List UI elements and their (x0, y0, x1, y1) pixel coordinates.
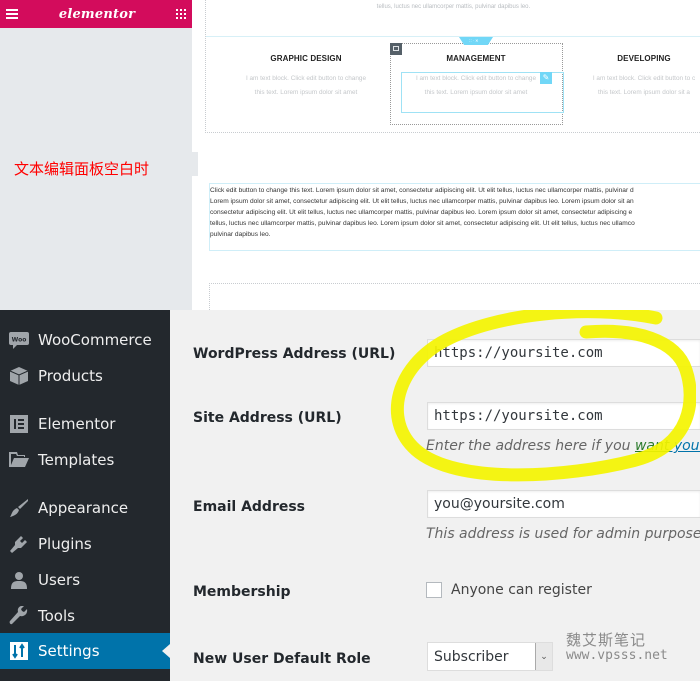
user-icon (9, 570, 29, 590)
elementor-icon (9, 414, 29, 434)
sidebar-item-label: Templates (38, 451, 115, 469)
column-text: I am text block. Click edit button to ch… (245, 75, 367, 96)
sidebar-item-settings[interactable]: Settings (0, 633, 170, 669)
column-title: MANAGEMENT (446, 54, 506, 63)
paragraph-line: consectetur adipiscing elit. Ut elit tel… (210, 209, 633, 216)
sidebar-item-label: Elementor (38, 415, 116, 433)
panel-annotation: 文本编辑面板空白时 (14, 160, 150, 178)
sidebar-item-label: Tools (38, 607, 75, 625)
wordpress-admin: Woo WooCommerce Products Elementor Templ… (0, 310, 700, 681)
general-settings-form: WordPress Address (URL) Site Address (UR… (170, 310, 700, 681)
section-handle[interactable]: ∷ · ✕ (459, 37, 493, 45)
email-input[interactable] (427, 490, 700, 518)
paintbrush-icon (9, 498, 29, 518)
services-section[interactable]: tellus, luctus nec ullamcorper mattis, p… (205, 0, 700, 133)
settings-icon (9, 641, 29, 661)
email-label: Email Address (193, 499, 306, 515)
email-description: This address is used for admin purposes.… (426, 526, 700, 542)
wp-address-label: WordPress Address (URL) (193, 346, 396, 362)
sidebar-item-label: Settings (38, 642, 100, 660)
want-link[interactable]: want (635, 438, 669, 454)
sidebar-item-plugins[interactable]: Plugins (0, 526, 170, 562)
sidebar-item-users[interactable]: Users (0, 562, 170, 598)
panel-collapse-handle[interactable] (192, 152, 198, 176)
sidebar-item-label: Products (38, 367, 103, 385)
column-icon (393, 46, 399, 51)
anyone-can-register-label[interactable]: Anyone can register (451, 582, 592, 598)
sidebar-item-label: WooCommerce (38, 331, 152, 349)
default-role-select[interactable]: Subscriber ⌄ (427, 642, 553, 671)
column-text: I am text block. Click edit button to ch… (415, 75, 537, 96)
active-indicator (162, 644, 170, 658)
column-title: DEVELOPING (617, 54, 671, 63)
paragraph-text: Click edit button to change this text. L… (210, 185, 700, 245)
elementor-panel: elementor 文本编辑面板空白时 (0, 0, 192, 310)
grid-icon[interactable] (175, 9, 186, 19)
elementor-panel-header: elementor (0, 0, 192, 28)
membership-label: Membership (193, 584, 291, 600)
site-address-description: Enter the address here if you want your … (426, 438, 700, 454)
folder-icon (9, 450, 29, 470)
sidebar-item-products[interactable]: Products (0, 358, 170, 394)
woocommerce-icon: Woo (9, 330, 29, 350)
empty-section[interactable] (209, 283, 700, 310)
svg-text:Woo: Woo (12, 337, 27, 344)
column-text: I am text block. Click edit button to ct… (592, 75, 696, 96)
elementor-canvas: tellus, luctus nec ullamcorper mattis, p… (200, 0, 700, 310)
row-divider (206, 36, 700, 37)
paragraph-line: pulvinar dapibus leo. (210, 231, 271, 238)
site-address-label: Site Address (URL) (193, 410, 342, 426)
elementor-logo: elementor (58, 6, 136, 22)
your-site-link[interactable]: your site (669, 438, 700, 454)
default-role-label: New User Default Role (193, 651, 371, 667)
sidebar-item-label: Plugins (38, 535, 92, 553)
panel-collapse-strip (192, 0, 200, 310)
hamburger-icon[interactable] (6, 9, 18, 19)
elementor-editor: elementor 文本编辑面板空白时 tellus, luctus nec u… (0, 0, 700, 310)
sidebar-item-templates[interactable]: Templates (0, 442, 170, 478)
wrench-icon (9, 606, 29, 626)
chevron-down-icon[interactable]: ⌄ (535, 643, 552, 670)
edit-pencil-icon[interactable]: ✎ (540, 72, 552, 84)
default-role-value: Subscriber (434, 649, 509, 665)
section-text: tellus, luctus nec ullamcorper mattis, p… (376, 4, 531, 10)
sidebar-item-elementor[interactable]: Elementor (0, 406, 170, 442)
paragraph-line: tellus, luctus nec ullamcorper mattis, p… (210, 220, 635, 227)
site-address-input[interactable] (427, 402, 700, 430)
plug-icon (9, 534, 29, 554)
column-management[interactable]: MANAGEMENT I am text block. Click edit b… (396, 54, 556, 100)
sidebar-item-label: Appearance (38, 499, 129, 517)
anyone-can-register-checkbox[interactable] (426, 582, 442, 598)
sidebar-item-woocommerce[interactable]: Woo WooCommerce (0, 322, 170, 358)
wp-address-input[interactable] (427, 339, 700, 367)
sidebar-item-tools[interactable]: Tools (0, 598, 170, 634)
column-graphic-design[interactable]: GRAPHIC DESIGN I am text block. Click ed… (226, 54, 386, 100)
text-section: Click edit button to change this text. L… (200, 140, 700, 310)
sidebar-item-label: Users (38, 571, 81, 589)
paragraph-line: Click edit button to change this text. L… (210, 187, 634, 194)
column-title: GRAPHIC DESIGN (270, 54, 342, 63)
sidebar-item-appearance[interactable]: Appearance (0, 490, 170, 526)
section-handle-label: ∷ · ✕ (469, 38, 479, 43)
description-text: Enter the address here if you (426, 438, 635, 454)
paragraph-line: Lorem ipsum dolor sit amet, consectetur … (210, 198, 634, 205)
column-developing[interactable]: DEVELOPING I am text block. Click edit b… (564, 54, 700, 100)
box-icon (9, 366, 29, 386)
admin-sidebar: Woo WooCommerce Products Elementor Templ… (0, 310, 170, 681)
